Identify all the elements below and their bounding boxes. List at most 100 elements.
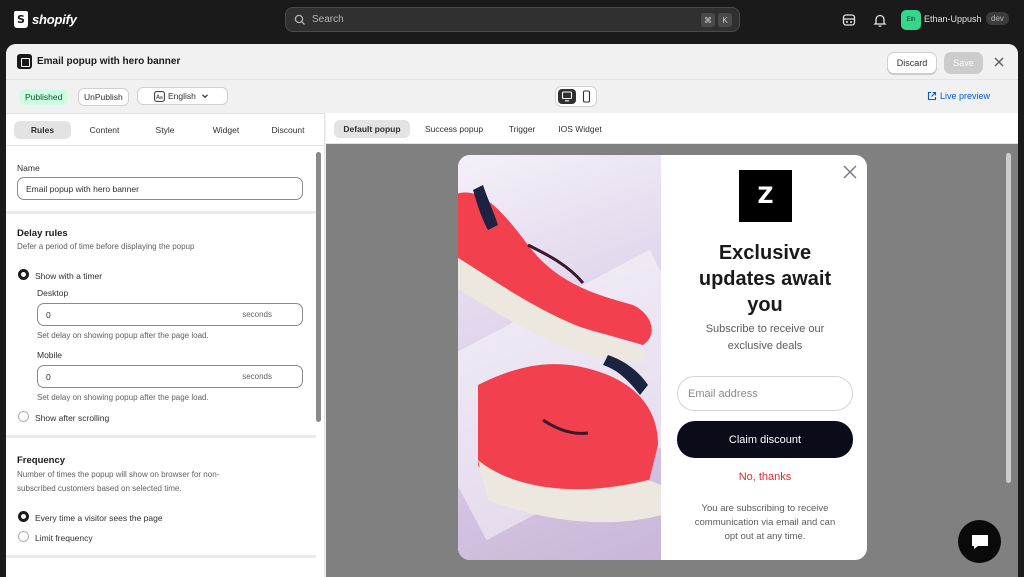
search-icon [294, 14, 305, 25]
popup-subtitle-line: exclusive deals [727, 340, 803, 352]
desktop-delay-input[interactable]: 0 seconds [37, 303, 303, 326]
seconds-suffix: seconds [242, 372, 272, 381]
tab-ios-widget[interactable]: IOS Widget [550, 120, 610, 138]
avatar[interactable]: Eth [901, 10, 921, 30]
store-name[interactable]: Ethan-Uppush [924, 14, 982, 24]
timer-option-label: Show with a timer [35, 271, 103, 281]
popup-subtitle-line: Subscribe to receive our [705, 323, 825, 335]
no-thanks-link[interactable]: No, thanks [677, 471, 853, 483]
status-badge: Published [19, 89, 69, 105]
svg-text:a: a [160, 95, 163, 101]
discard-button[interactable]: Discard [887, 52, 937, 74]
seconds-suffix: seconds [242, 310, 272, 319]
timer-radio[interactable] [18, 269, 29, 280]
email-input[interactable]: Email address [677, 376, 853, 411]
unpublish-button[interactable]: UnPublish [78, 88, 129, 106]
settings-tabs: Rules Content Style Widget Discount [6, 114, 325, 146]
desktop-icon [561, 91, 573, 102]
preview-tabs: Default popup Success popup Trigger IOS … [326, 113, 1018, 144]
claim-discount-button[interactable]: Claim discount [677, 421, 853, 458]
popup-title: Exclusive updates await you [671, 240, 859, 318]
chat-icon [971, 534, 988, 549]
save-button[interactable]: Save [944, 52, 983, 74]
tab-rules[interactable]: Rules [14, 121, 71, 139]
admin-topbar: shopify Search ⌘ K Eth Ethan-Uppush dev [0, 0, 1024, 40]
desktop-delay-value: 0 [46, 309, 51, 320]
live-preview-label: Live preview [940, 91, 991, 101]
tab-default-popup[interactable]: Default popup [334, 120, 410, 138]
chevron-down-icon [201, 94, 208, 99]
translate-icon: Aa [154, 91, 165, 102]
disclaimer-line: You are subscribing to receive [701, 503, 829, 514]
popup-name-input[interactable]: Email popup with hero banner [17, 177, 303, 200]
disclaimer-line: communication via email and can [694, 517, 836, 528]
scroll-option-label: Show after scrolling [35, 413, 110, 423]
shortcut-key-k: K [718, 13, 732, 27]
tab-success-popup[interactable]: Success popup [416, 120, 492, 138]
popup-title-line: you [747, 294, 783, 316]
mobile-delay-input[interactable]: 0 seconds [37, 365, 303, 388]
scroll-radio[interactable] [18, 411, 29, 422]
language-select[interactable]: Aa English [137, 87, 228, 105]
frequency-limit-radio[interactable] [18, 531, 29, 542]
mobile-delay-note: Set delay on showing popup after the pag… [37, 393, 209, 402]
frequency-every-label: Every time a visitor sees the page [35, 513, 163, 523]
shopify-logo[interactable]: shopify [14, 11, 77, 28]
store-switcher-icon[interactable] [841, 12, 857, 28]
search-placeholder: Search [312, 14, 344, 25]
section-divider [6, 555, 316, 558]
search-input[interactable]: Search ⌘ K [285, 7, 740, 32]
section-divider [6, 211, 316, 214]
frequency-every-radio[interactable] [18, 511, 29, 522]
frequency-limit-label: Limit frequency [35, 533, 93, 543]
name-label: Name [17, 163, 40, 173]
device-toggle [555, 86, 597, 107]
sneaker-illustration [458, 185, 661, 523]
app-icon [17, 54, 32, 69]
mobile-icon [582, 90, 591, 103]
popup-subtitle: Subscribe to receive our exclusive deals [681, 321, 849, 355]
popup-content: Z Exclusive updates await you Subscribe … [661, 155, 867, 560]
settings-scrollbar[interactable] [316, 152, 321, 422]
language-value: English [168, 91, 196, 101]
hero-banner-image [458, 155, 661, 560]
popup-title-line: Exclusive [718, 242, 812, 264]
tab-content[interactable]: Content [77, 121, 132, 139]
editor-toolbar: Published UnPublish Aa English Live prev… [6, 80, 1018, 113]
tab-widget[interactable]: Widget [199, 121, 253, 139]
modal-header: Email popup with hero banner Discard Sav… [6, 44, 1018, 80]
modal-title: Email popup with hero banner [37, 56, 181, 67]
desktop-label: Desktop [37, 288, 69, 298]
section-divider [6, 435, 316, 438]
mobile-view-button[interactable] [578, 89, 595, 104]
delay-rules-help: Defer a period of time before displaying… [17, 242, 195, 251]
popup-disclaimer: You are subscribing to receive communica… [681, 502, 849, 544]
brand-logo: Z [739, 170, 792, 222]
preview-scrollbar[interactable] [1006, 153, 1011, 483]
tab-style[interactable]: Style [141, 121, 189, 139]
shortcut-key-cmd: ⌘ [701, 13, 715, 27]
tab-discount[interactable]: Discount [260, 121, 316, 139]
delay-rules-heading: Delay rules [17, 228, 68, 239]
mobile-label: Mobile [37, 350, 63, 360]
chat-button[interactable] [958, 520, 1001, 563]
preview-panel: Default popup Success popup Trigger IOS … [326, 113, 1018, 577]
close-icon[interactable] [841, 163, 859, 181]
external-link-icon [927, 91, 937, 101]
live-preview-link[interactable]: Live preview [927, 91, 990, 101]
shopify-bag-icon [14, 11, 28, 28]
env-badge: dev [986, 12, 1009, 25]
tab-trigger[interactable]: Trigger [502, 120, 542, 138]
desktop-delay-note: Set delay on showing popup after the pag… [37, 331, 209, 340]
close-icon[interactable] [992, 55, 1006, 69]
settings-panel: Rules Content Style Widget Discount Name… [6, 113, 325, 577]
mobile-delay-value: 0 [46, 371, 51, 382]
bell-icon[interactable] [872, 12, 888, 28]
frequency-heading: Frequency [17, 455, 66, 466]
desktop-view-button[interactable] [558, 89, 576, 104]
disclaimer-line: opt out at any time. [724, 531, 806, 542]
email-popup-preview: Z Exclusive updates await you Subscribe … [458, 155, 867, 560]
brand-name: shopify [32, 12, 77, 27]
frequency-help-line-2: subscribed customers based on selected t… [17, 484, 182, 493]
popup-editor-modal: Email popup with hero banner Discard Sav… [6, 44, 1018, 577]
